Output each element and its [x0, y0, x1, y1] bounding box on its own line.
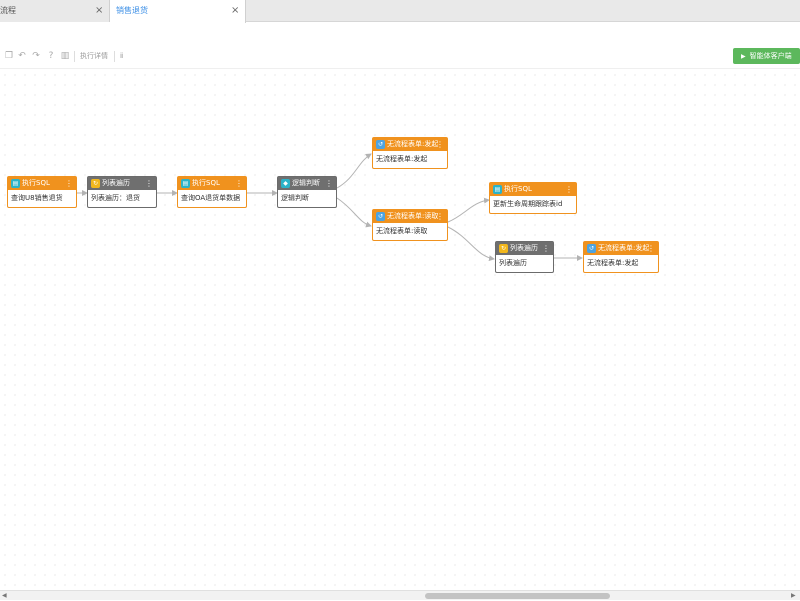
node-header[interactable]: ↺ 无流程表单:发起 ⋮: [373, 138, 447, 151]
database-icon: ▤: [181, 179, 190, 188]
node-body: 查询U8销售退货: [11, 194, 63, 202]
node-title: 执行SQL: [22, 179, 50, 187]
flow-node-execute-sql[interactable]: ▤ 执行SQL ⋮ 查询U8销售退货: [7, 176, 77, 208]
flow-node-form-submit[interactable]: ↺ 无流程表单:发起 ⋮ 无流程表单:发起: [372, 137, 448, 169]
flow-node-list-loop[interactable]: ↻ 列表遍历 ⋮ 列表遍历: [495, 241, 554, 273]
close-icon[interactable]: ×: [231, 0, 239, 22]
node-title: 无流程表单:发起: [598, 244, 650, 252]
logic-icon: ◆: [281, 179, 290, 188]
node-title: 执行SQL: [192, 179, 220, 187]
more-menu-icon[interactable]: ⋮: [325, 177, 333, 190]
form-icon: ↺: [376, 212, 385, 221]
more-menu-icon[interactable]: ⋮: [436, 210, 444, 223]
tab-flow[interactable]: 流程 ×: [0, 0, 110, 22]
node-body: 逻辑判断: [281, 194, 309, 202]
delete-icon[interactable]: ▥: [60, 51, 70, 61]
flow-node-list-loop[interactable]: ↻ 列表遍历 ⋮ 列表遍历：退货: [87, 176, 157, 208]
node-header[interactable]: ↻ 列表遍历 ⋮: [88, 177, 156, 190]
run-button-label: 智能体客户端: [749, 52, 792, 60]
node-body: 无流程表单:发起: [376, 155, 428, 163]
more-menu-icon[interactable]: ⋮: [647, 242, 655, 255]
node-header[interactable]: ▤ 执行SQL ⋮: [8, 177, 76, 190]
node-title: 逻辑判断: [292, 179, 320, 187]
copy-icon[interactable]: ❐: [4, 51, 14, 61]
redo-icon[interactable]: ↷: [31, 51, 41, 61]
scrollbar-thumb[interactable]: [425, 593, 610, 599]
flow-node-form-read[interactable]: ↺ 无流程表单:读取 ⋮ 无流程表单:读取: [372, 209, 448, 241]
tab-flow-label: 流程: [0, 6, 16, 15]
more-menu-icon[interactable]: ⋮: [542, 242, 550, 255]
node-header[interactable]: ▤ 执行SQL ⋮: [178, 177, 246, 190]
node-title: 列表遍历: [102, 179, 130, 187]
node-header[interactable]: ↺ 无流程表单:发起 ⋮: [584, 242, 658, 255]
undo-icon[interactable]: ↶: [17, 51, 27, 61]
edge: [336, 153, 372, 189]
node-body: 查询OA退货单数据: [181, 194, 241, 202]
help-icon[interactable]: ?: [46, 51, 56, 61]
node-body: 列表遍历：退货: [91, 194, 140, 202]
node-body: 更新生命周期跟踪表id: [493, 200, 563, 208]
node-header[interactable]: ▤ 执行SQL ⋮: [490, 183, 576, 196]
database-icon: ▤: [11, 179, 20, 188]
tab-bar: 流程 × 销售退货 ×: [0, 0, 800, 23]
flow-node-logic-check[interactable]: ◆ 逻辑判断 ⋮ 逻辑判断: [277, 176, 337, 208]
node-header[interactable]: ↻ 列表遍历 ⋮: [496, 242, 553, 255]
more-menu-icon[interactable]: ⋮: [436, 138, 444, 151]
extra-toolbar-item[interactable]: ⅱ: [120, 51, 123, 62]
node-title: 无流程表单:发起: [387, 140, 439, 148]
horizontal-scrollbar[interactable]: ◀ ▶: [0, 590, 800, 600]
more-menu-icon[interactable]: ⋮: [145, 177, 153, 190]
more-menu-icon[interactable]: ⋮: [565, 183, 573, 196]
loop-icon: ↻: [91, 179, 100, 188]
node-header[interactable]: ↺ 无流程表单:读取 ⋮: [373, 210, 447, 223]
flow-node-execute-sql[interactable]: ▤ 执行SQL ⋮ 更新生命周期跟踪表id: [489, 182, 577, 214]
toolbar: ❐ ↶ ↷ ? ▥ 执行详情 ⅱ: [0, 45, 800, 69]
run-detail-link[interactable]: 执行详情: [80, 51, 108, 62]
node-title: 列表遍历: [510, 244, 538, 252]
form-icon: ↺: [376, 140, 385, 149]
play-icon: ▶: [741, 53, 746, 60]
node-body: 无流程表单:读取: [376, 227, 428, 235]
toolbar-divider: [74, 51, 75, 62]
flow-node-execute-sql[interactable]: ▤ 执行SQL ⋮ 查询OA退货单数据: [177, 176, 247, 208]
edge: [447, 226, 495, 262]
loop-icon: ↻: [499, 244, 508, 253]
node-body: 列表遍历: [499, 259, 527, 267]
form-icon: ↺: [587, 244, 596, 253]
edge: [336, 197, 372, 228]
close-icon[interactable]: ×: [95, 0, 103, 22]
database-icon: ▤: [493, 185, 502, 194]
node-title: 无流程表单:读取: [387, 212, 439, 220]
toolbar-divider: [114, 51, 115, 62]
smart-agent-client-button[interactable]: ▶ 智能体客户端: [733, 48, 800, 64]
more-menu-icon[interactable]: ⋮: [235, 177, 243, 190]
tab-sales-return[interactable]: 销售退货 ×: [110, 0, 246, 23]
edge: [447, 197, 490, 223]
node-body: 无流程表单:发起: [587, 259, 639, 267]
tab-sales-return-label: 销售退货: [116, 6, 148, 15]
node-title: 执行SQL: [504, 185, 532, 193]
node-header[interactable]: ◆ 逻辑判断 ⋮: [278, 177, 336, 190]
more-menu-icon[interactable]: ⋮: [65, 177, 73, 190]
flow-canvas[interactable]: ▤ 执行SQL ⋮ 查询U8销售退货 ↻ 列表遍历 ⋮ 列表遍历：退货 ▤ 执行…: [0, 70, 800, 590]
flow-node-form-submit[interactable]: ↺ 无流程表单:发起 ⋮ 无流程表单:发起: [583, 241, 659, 273]
